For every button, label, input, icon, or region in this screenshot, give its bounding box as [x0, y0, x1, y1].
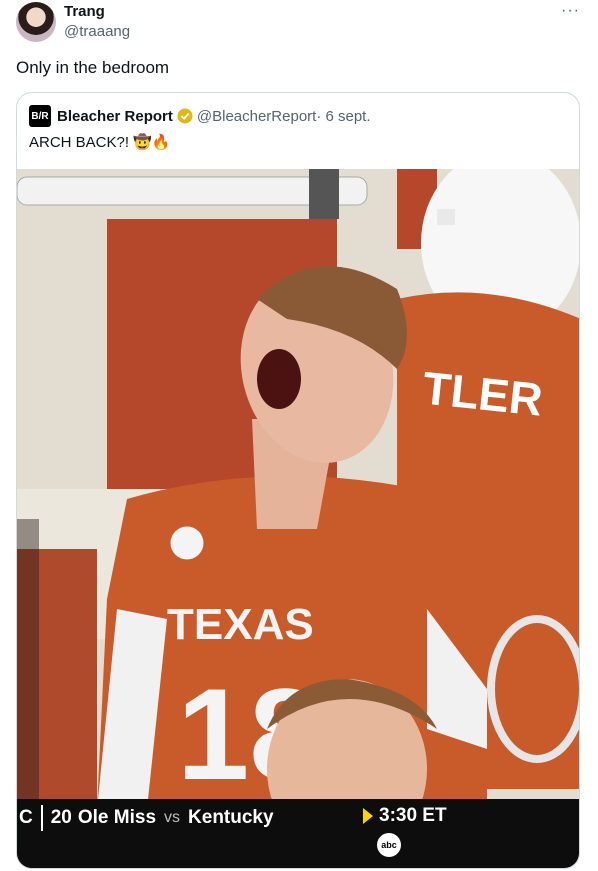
quote-date[interactable]: · 6 sept.: [316, 108, 370, 125]
quote-author-name[interactable]: Bleacher Report: [57, 108, 173, 125]
team-1: Ole Miss: [77, 807, 157, 828]
play-icon: [363, 808, 373, 824]
author-handle[interactable]: @traaang: [64, 23, 130, 40]
quoted-tweet-card[interactable]: B/R Bleacher Report @BleacherReport · 6 …: [16, 92, 580, 869]
quote-media-image[interactable]: TLER TEXAS 18 C 20 Ole Miss vs Kentucky …: [17, 169, 579, 868]
quote-text: ARCH BACK?! 🤠🔥: [29, 134, 171, 151]
more-options-button[interactable]: ···: [561, 2, 580, 20]
football-player-photo: TLER TEXAS 18: [17, 169, 579, 868]
matchup-rank: 20: [50, 807, 72, 828]
game-time: 3:30 ET: [379, 805, 447, 826]
scoreboard-left-edge: C: [19, 807, 33, 828]
author-avatar[interactable]: [16, 2, 56, 42]
quote-author-handle[interactable]: @BleacherReport: [197, 108, 316, 125]
quote-header: B/R Bleacher Report @BleacherReport · 6 …: [29, 105, 371, 127]
vs-label: vs: [164, 809, 181, 826]
author-name[interactable]: Trang: [64, 3, 105, 20]
team-2: Kentucky: [188, 807, 274, 828]
scoreboard-divider: [40, 805, 43, 831]
scoreboard-overlay: C 20 Ole Miss vs Kentucky 3:30 ET abc: [17, 799, 579, 868]
verified-badge-icon: [177, 108, 193, 124]
tweet-text: Only in the bedroom: [16, 58, 170, 77]
jersey-text: TEXAS: [167, 600, 314, 649]
abc-network-logo: abc: [377, 833, 401, 857]
bleacher-report-logo[interactable]: B/R: [29, 105, 51, 127]
